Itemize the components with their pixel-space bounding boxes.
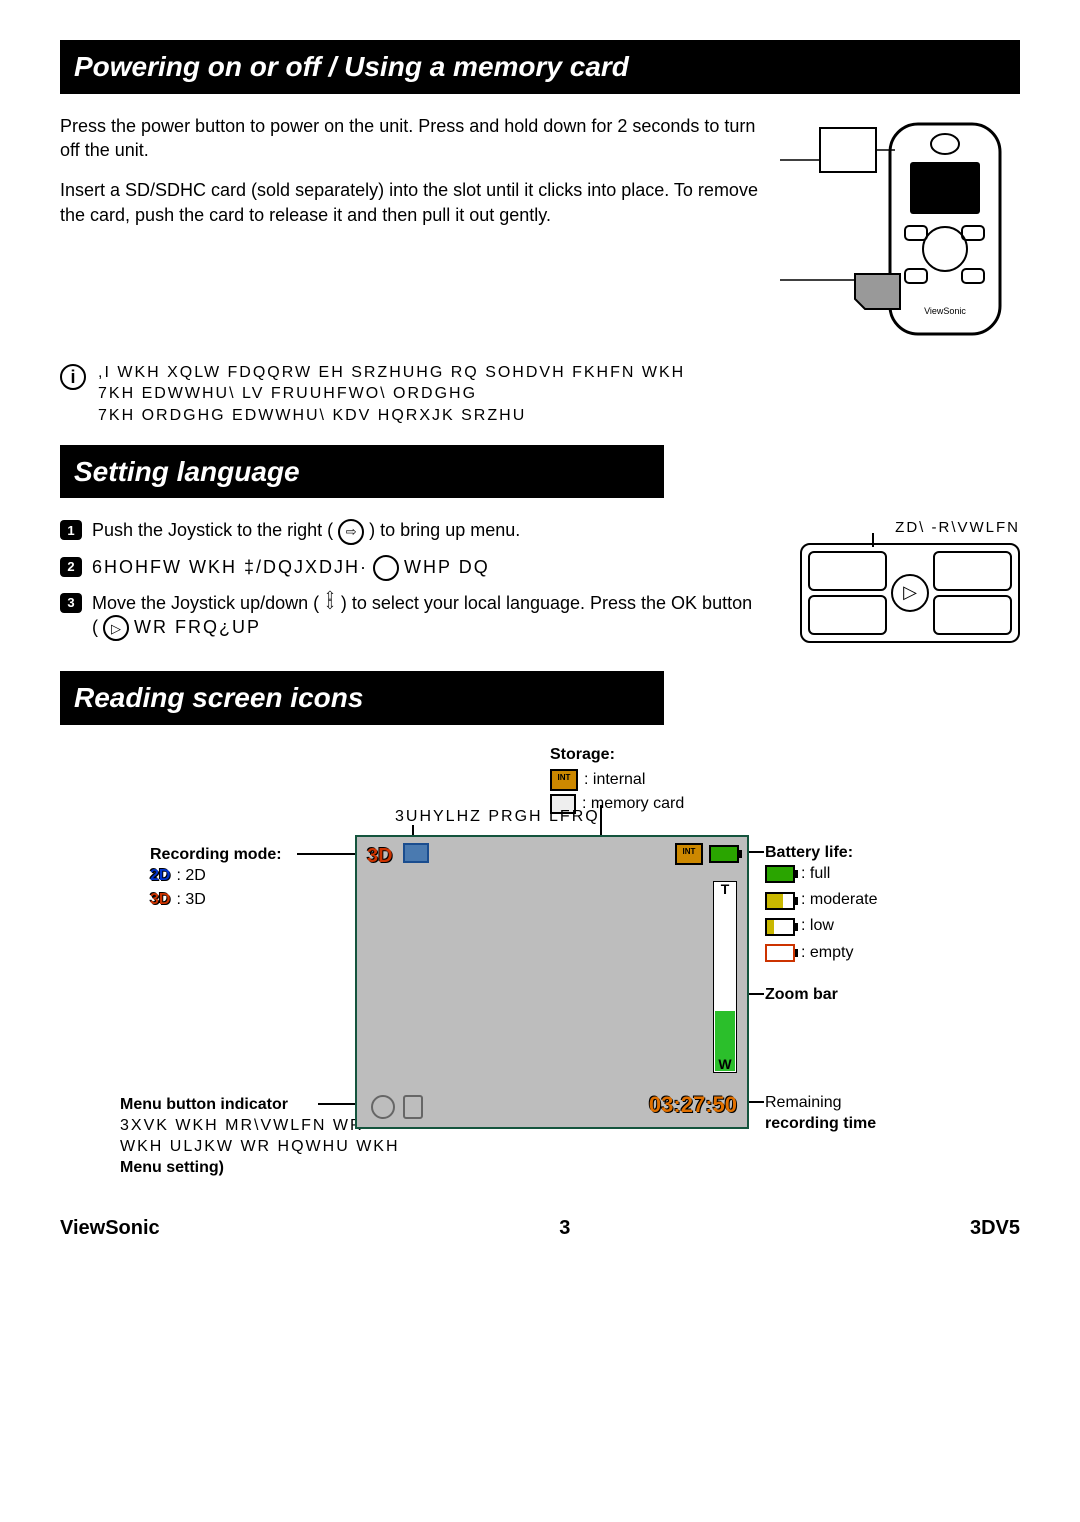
keypad-illustration: ▷ — [800, 543, 1020, 643]
section-header-language: Setting language — [60, 445, 664, 499]
remain-label-1: Remaining — [765, 1094, 841, 1111]
menu-sub-1: 3XVK WKH MR\VWLFN WR — [120, 1117, 364, 1134]
internal-storage-icon: INT — [550, 769, 578, 791]
batt-empty-label: : empty — [801, 943, 853, 964]
batt-mod-label: : moderate — [801, 890, 877, 911]
section-header-powering: Powering on or off / Using a memory card — [60, 40, 1020, 94]
arrow-right-icon: ⇨ — [338, 519, 364, 545]
footer-brand: ViewSonic — [60, 1215, 160, 1242]
device-illustration: ViewSonic — [780, 114, 1020, 344]
rec-3d-label: : 3D — [176, 890, 205, 911]
zoom-bar: T W — [713, 881, 737, 1073]
screen-storage-icon: INT — [675, 843, 703, 865]
zoom-w-label: W — [714, 1055, 736, 1074]
step-3-text: Move the Joystick up/down ( ⇧⇩ ) to sele… — [92, 591, 760, 642]
footer-page: 3 — [559, 1215, 570, 1242]
menu-joystick-icon — [371, 1095, 395, 1119]
screen-icons-figure: Storage: INT : internal : memory card 3U… — [60, 745, 1020, 1195]
zoom-label: Zoom bar — [765, 986, 838, 1003]
battery-empty-icon — [765, 944, 795, 962]
powering-text-1: Press the power button to power on the u… — [60, 114, 760, 163]
joystick-caption: ZD\ -R\VWLFN — [760, 518, 1020, 538]
screen-battery-icon — [709, 845, 739, 863]
storage-internal-label: : internal — [584, 770, 645, 791]
battery-low-icon — [765, 918, 795, 936]
batt-low-label: : low — [801, 916, 834, 937]
preview-mode-label: 3UHYLHZ PRGH LFRQ — [395, 807, 600, 828]
batt-full-label: : full — [801, 864, 830, 885]
play-icon: ▷ — [103, 615, 129, 641]
step-2-text: 6HOHFW WKH ‡/DQJXDJH· WHP DQ — [92, 555, 490, 581]
menu-list-icon — [403, 1095, 423, 1119]
zoom-t-label: T — [714, 880, 736, 899]
recording-time: 03:27:50 — [649, 1090, 737, 1120]
battery-moderate-icon — [765, 892, 795, 910]
info-icon: i — [60, 364, 86, 390]
section-header-icons: Reading screen icons — [60, 671, 664, 725]
screen-preview-icon — [403, 843, 429, 863]
storage-title: Storage: — [550, 746, 615, 763]
battery-full-icon — [765, 865, 795, 883]
powering-note: ,I WKH XQLW FDQQRW EH SRZHUHG RQ SOHDVH … — [98, 362, 685, 427]
step-number-3: 3 — [60, 593, 82, 613]
step-1-text: Push the Joystick to the right ( ⇨ ) to … — [92, 518, 520, 544]
menu-indicator-label: Menu button indicator — [120, 1096, 288, 1113]
step-number-2: 2 — [60, 557, 82, 577]
rec-2d-label: : 2D — [176, 866, 205, 887]
menu-setting-label: Menu setting) — [120, 1159, 224, 1176]
svg-text:ViewSonic: ViewSonic — [924, 306, 966, 316]
battery-label: Battery life: — [765, 844, 853, 861]
remain-label-2: recording time — [765, 1115, 876, 1132]
powering-text-2: Insert a SD/SDHC card (sold separately) … — [60, 178, 760, 227]
preview-screen: 3D INT T W 03:27:50 — [355, 835, 749, 1129]
footer-model: 3DV5 — [970, 1215, 1020, 1242]
recording-mode-label: Recording mode: — [150, 846, 282, 863]
updown-icon: ⇧⇩ — [324, 592, 336, 608]
screen-3d-icon: 3D — [367, 843, 393, 870]
2d-icon: 2D — [150, 866, 170, 887]
globe-icon — [373, 555, 399, 581]
step-number-1: 1 — [60, 520, 82, 540]
3d-icon: 3D — [150, 890, 170, 911]
menu-sub-2: WKH ULJKW WR HQWHU WKH — [120, 1138, 400, 1155]
